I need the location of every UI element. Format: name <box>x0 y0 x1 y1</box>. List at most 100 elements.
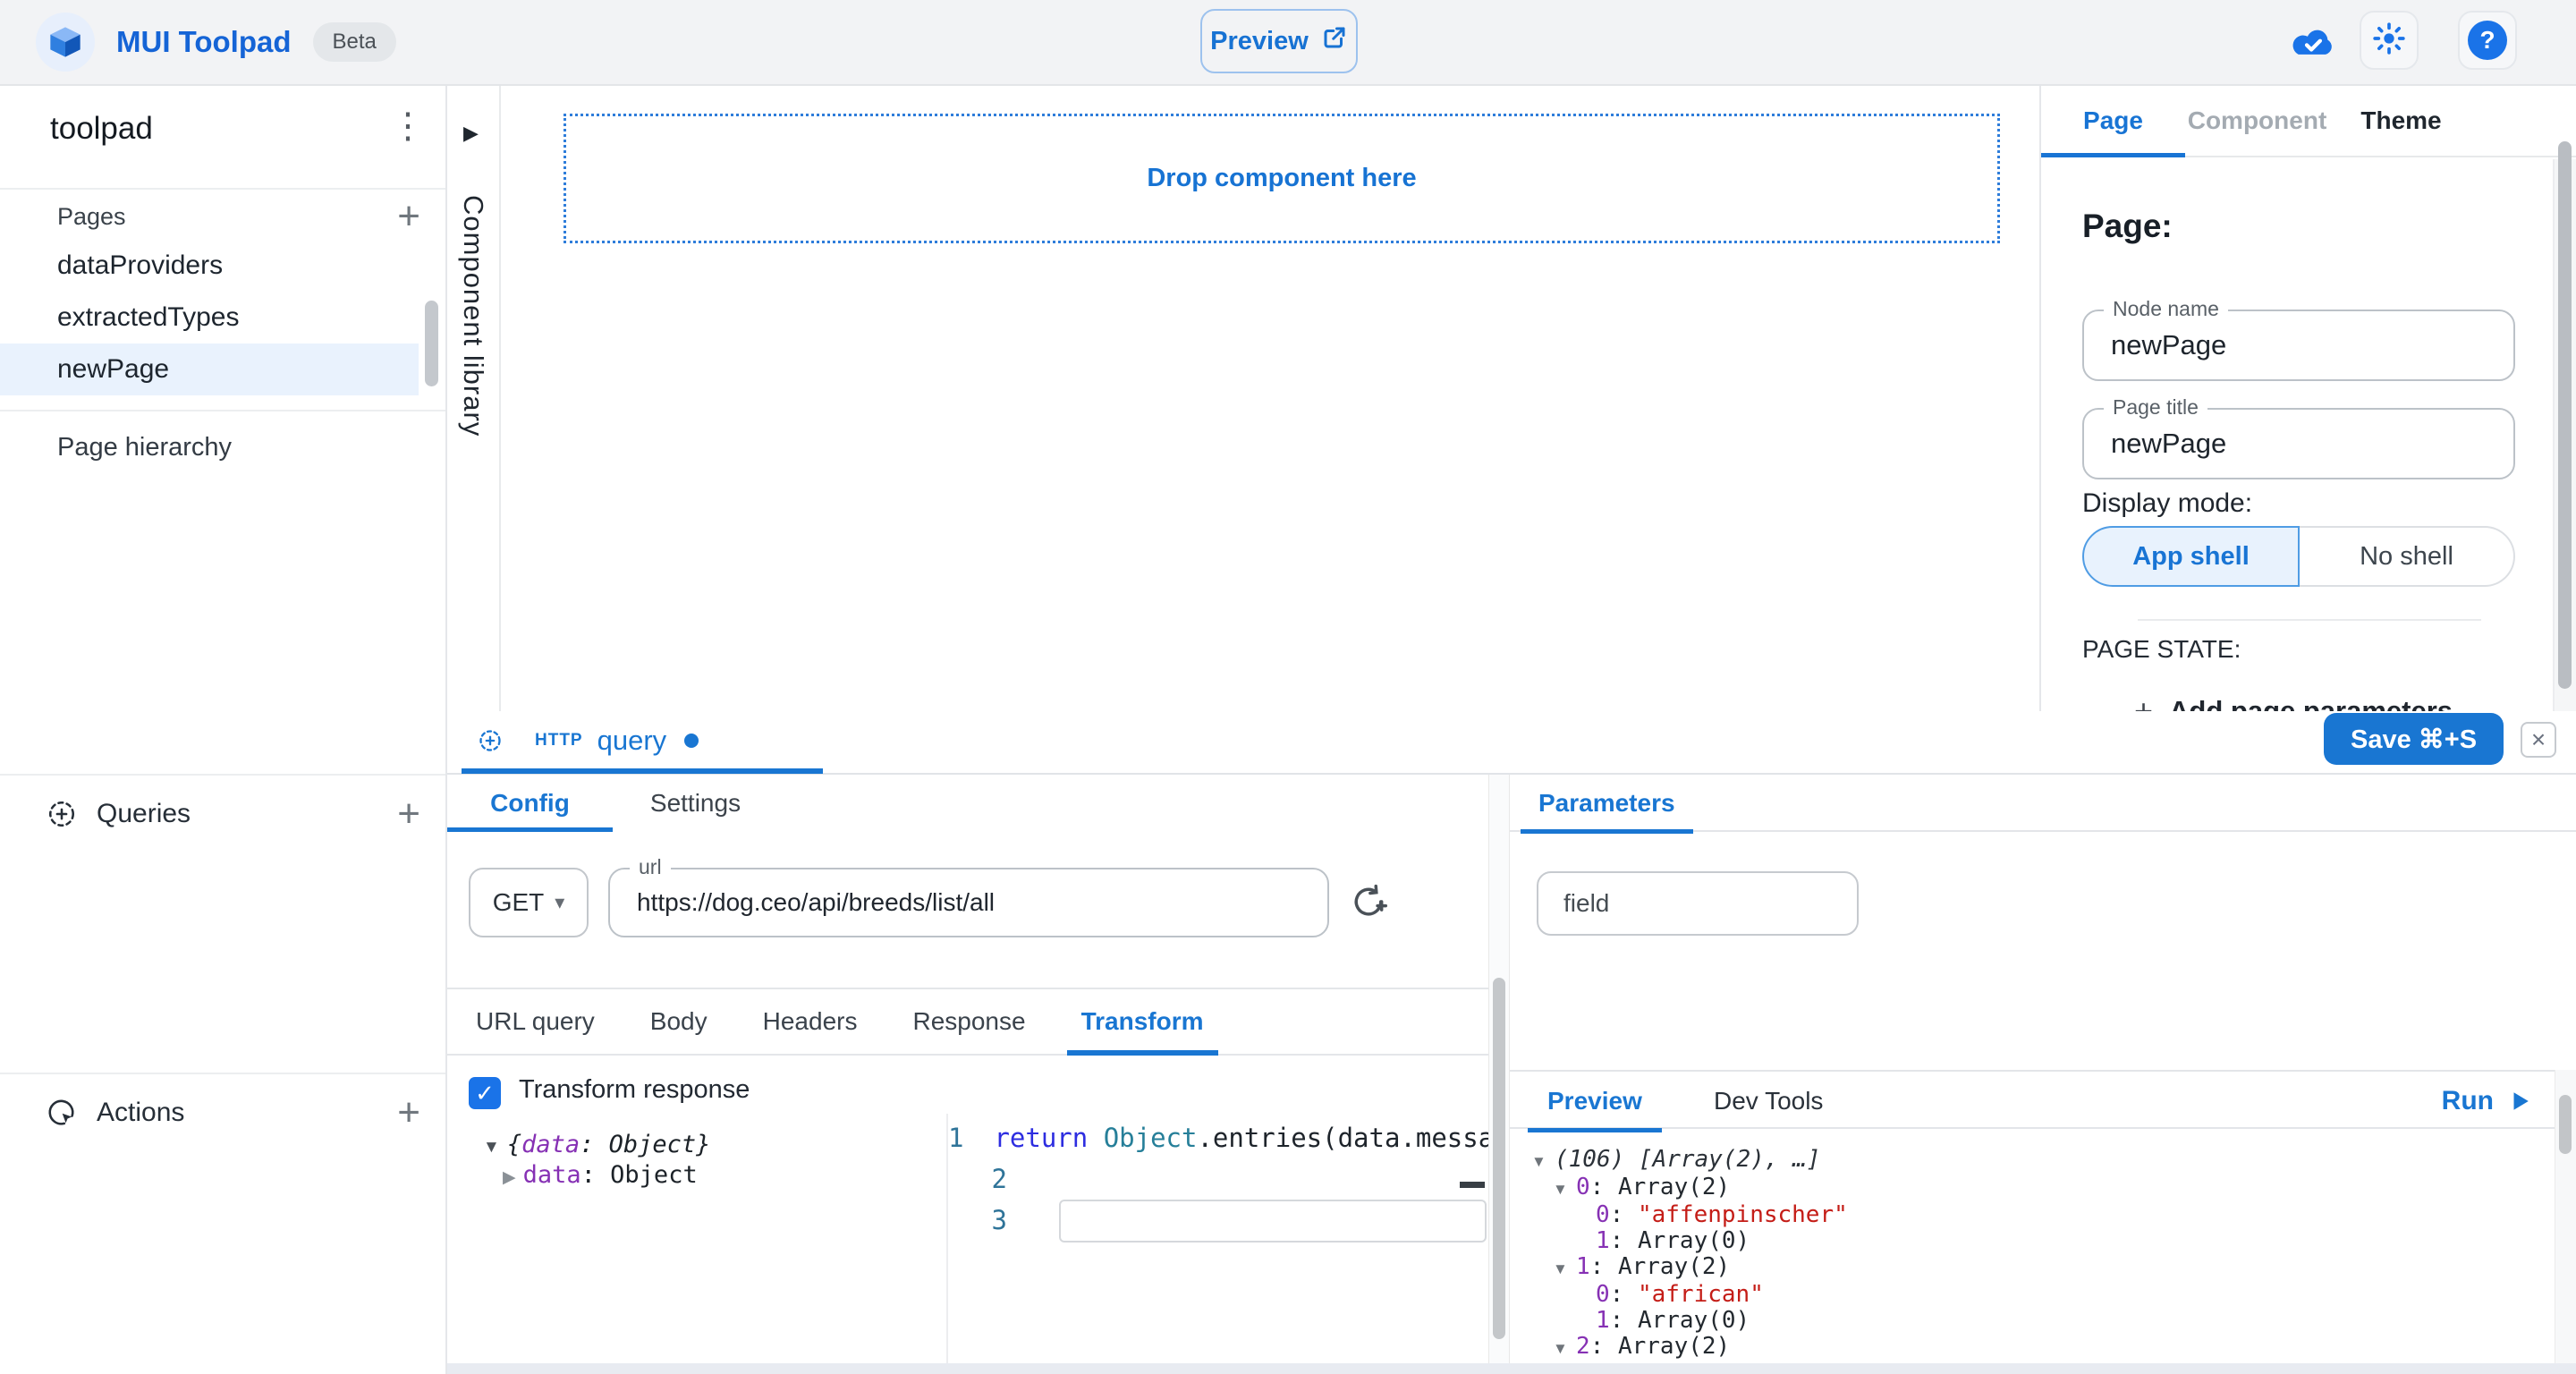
config-tabs: Config Settings <box>447 775 1488 832</box>
actions-label: Actions <box>97 1098 184 1128</box>
play-icon <box>2508 1090 2531 1113</box>
json-row[interactable]: 0: "african" <box>1531 1282 2540 1308</box>
collapse-icon[interactable]: ▼ <box>483 1138 500 1157</box>
pages-label: Pages <box>57 203 126 231</box>
canvas-area: ▶ Component library Drop component here <box>447 86 2039 711</box>
help-icon: ? <box>2468 21 2507 60</box>
schema-tree-root[interactable]: ▼{data: Object} <box>483 1131 710 1162</box>
component-library-rail[interactable]: ▶ Component library <box>447 86 501 711</box>
query-panel-scrollbar-track[interactable] <box>1488 775 1510 1363</box>
page-hierarchy-row[interactable]: Page hierarchy <box>0 424 445 471</box>
node-name-input[interactable] <box>2084 311 2513 379</box>
tab-preview[interactable]: Preview <box>1528 1072 1662 1131</box>
tab-url-query[interactable]: URL query <box>449 989 622 1054</box>
brightness-icon <box>2371 21 2407 61</box>
page-title-field[interactable]: Page title <box>2082 408 2515 479</box>
request-sub-tabs: URL query Body Headers Response Transfor… <box>447 988 1488 1056</box>
add-query-button[interactable]: + <box>397 794 420 834</box>
page-state-label: PAGE STATE: <box>2082 635 2241 664</box>
json-row[interactable]: 0: "affenpinscher" <box>1531 1202 2540 1228</box>
add-page-button[interactable]: + <box>397 197 420 236</box>
cursor-mark <box>1460 1182 1485 1188</box>
json-row[interactable]: 1: Array(0) <box>1531 1228 2540 1254</box>
transform-response-checkbox[interactable]: ✓ <box>469 1077 501 1109</box>
sidebar-item-dataproviders[interactable]: dataProviders <box>0 240 419 292</box>
theme-brightness-button[interactable] <box>2360 11 2419 70</box>
project-menu-button[interactable]: ⋮ <box>381 106 435 147</box>
divider <box>0 188 445 190</box>
line-number: 3 <box>948 1205 1038 1235</box>
query-icon <box>47 799 77 829</box>
json-row[interactable]: ▼0: Array(2) <box>1531 1175 2540 1202</box>
plus-icon: + <box>2134 692 2153 711</box>
sidebar-item-newpage[interactable]: newPage <box>0 344 419 395</box>
results-scrollbar-track[interactable] <box>2555 1070 2576 1374</box>
project-name: toolpad <box>50 111 153 147</box>
query-name: query <box>597 725 667 757</box>
method-select[interactable]: GET ▾ <box>469 868 589 937</box>
close-query-editor-button[interactable]: × <box>2521 722 2556 758</box>
parameter-input[interactable] <box>1538 873 1857 934</box>
tab-response[interactable]: Response <box>886 989 1052 1054</box>
page-title-input[interactable] <box>2084 410 2513 478</box>
tab-component[interactable]: Component <box>2185 86 2329 156</box>
json-row[interactable]: ▼2: Array(2) <box>1531 1334 2540 1361</box>
node-name-label: Node name <box>2104 297 2228 321</box>
parameter-field[interactable] <box>1537 871 1859 936</box>
transform-code-editor[interactable]: 1 return Object.entries(data.messag 2 3 <box>946 1114 1488 1363</box>
pages-scrollbar-thumb[interactable] <box>425 301 438 386</box>
tab-dev-tools[interactable]: Dev Tools <box>1694 1072 1843 1131</box>
chevron-down-icon: ▾ <box>555 891 564 914</box>
tab-theme[interactable]: Theme <box>2329 86 2473 156</box>
json-row[interactable]: ▼(106) [Array(2), …] <box>1531 1147 2540 1175</box>
tab-body[interactable]: Body <box>623 989 734 1054</box>
preview-button[interactable]: Preview <box>1200 9 1358 73</box>
drop-zone[interactable]: Drop component here <box>564 114 2000 243</box>
toggle-app-shell[interactable]: App shell <box>2082 526 2300 587</box>
horizontal-scrollbar-track[interactable] <box>447 1363 2576 1374</box>
toolpad-logo-icon <box>36 13 95 72</box>
page-item-label: newPage <box>57 354 169 385</box>
sidebar-item-extractedtypes[interactable]: extractedTypes <box>0 292 419 344</box>
check-icon: ✓ <box>475 1080 495 1107</box>
expand-library-icon[interactable]: ▶ <box>463 122 479 145</box>
url-label: url <box>630 855 671 879</box>
json-row[interactable]: ▼1: Array(2) <box>1531 1254 2540 1282</box>
toggle-no-shell[interactable]: No shell <box>2300 526 2515 587</box>
inspector-scrollbar-thumb[interactable] <box>2558 141 2572 689</box>
action-cursor-icon <box>47 1098 77 1128</box>
url-input[interactable] <box>610 869 1327 936</box>
bind-url-icon[interactable] <box>1345 878 1392 925</box>
page-item-label: dataProviders <box>57 250 223 281</box>
tab-config[interactable]: Config <box>447 775 613 832</box>
drop-zone-hint: Drop component here <box>1147 164 1416 193</box>
app-root: MUI Toolpad Beta Preview <box>0 0 2576 1374</box>
json-row[interactable]: 1: Array(0) <box>1531 1308 2540 1334</box>
divider <box>0 774 445 776</box>
close-icon: × <box>2531 725 2546 754</box>
help-button[interactable]: ? <box>2458 11 2517 70</box>
active-tab-indicator <box>462 768 823 774</box>
add-action-button[interactable]: + <box>397 1093 420 1132</box>
expand-icon[interactable]: ▶ <box>503 1168 516 1187</box>
tab-transform[interactable]: Transform <box>1055 989 1231 1054</box>
app-title: MUI Toolpad <box>116 25 292 59</box>
save-button[interactable]: Save ⌘+S <box>2324 713 2504 765</box>
query-tab[interactable]: HTTP query <box>462 711 823 770</box>
schema-tree-child[interactable]: ▶data: Object <box>503 1161 698 1192</box>
query-panel-scrollbar-thumb[interactable] <box>1493 978 1505 1339</box>
result-json-tree[interactable]: ▼(106) [Array(2), …] ▼0: Array(2) 0: "af… <box>1531 1147 2540 1363</box>
results-scrollbar-thumb[interactable] <box>2559 1095 2572 1154</box>
tab-headers[interactable]: Headers <box>736 989 885 1054</box>
add-page-parameters-button[interactable]: + Add page parameters <box>2134 692 2453 711</box>
node-name-field[interactable]: Node name <box>2082 310 2515 381</box>
transform-response-label: Transform response <box>519 1075 750 1105</box>
unsaved-indicator-dot <box>684 734 699 748</box>
tab-page[interactable]: Page <box>2041 86 2185 156</box>
tab-settings[interactable]: Settings <box>613 775 778 832</box>
run-button[interactable]: Run <box>2442 1072 2531 1131</box>
component-library-tab[interactable]: Component library <box>457 195 489 437</box>
tab-parameters[interactable]: Parameters <box>1521 775 1693 832</box>
url-field[interactable]: url <box>608 868 1329 937</box>
divider <box>2138 619 2481 621</box>
